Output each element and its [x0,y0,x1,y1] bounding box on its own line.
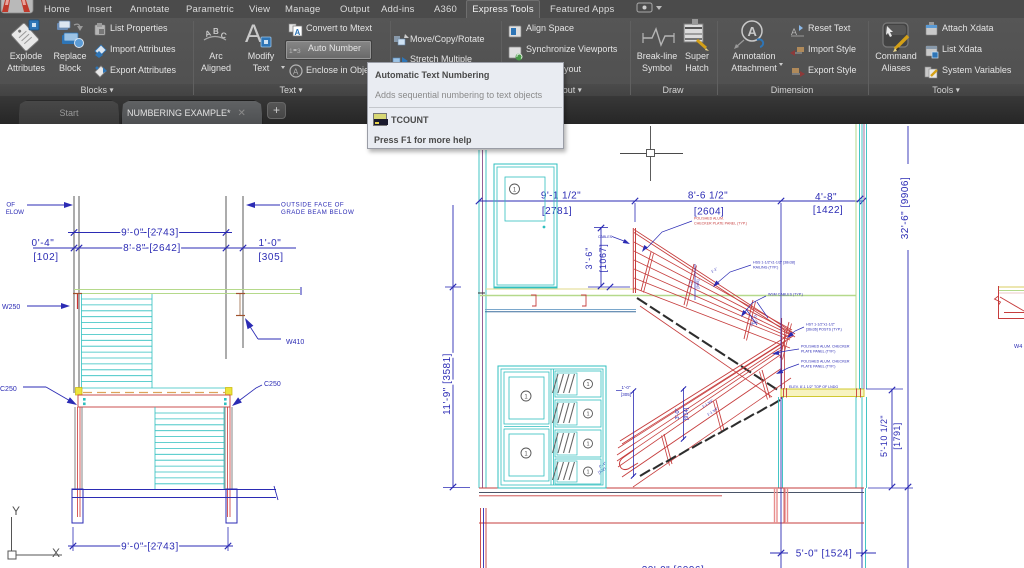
svg-text:5'-10 1/2": 5'-10 1/2" [879,415,889,457]
svg-text:1'-0": 1'-0" [622,385,631,390]
svg-text:3'-6": 3'-6" [584,247,594,270]
svg-text:1: 1 [586,382,589,388]
svg-text:OUTSIDE FACE OF: OUTSIDE FACE OF [281,202,344,209]
svg-text:HSS 1-1/2"x1-1/2" [38x38]: HSS 1-1/2"x1-1/2" [38x38] [753,261,795,265]
svg-text:W410: W410 [286,339,304,346]
svg-text:[914]: [914] [684,407,690,420]
svg-text:[305]: [305] [621,392,631,397]
svg-text:9'-1 1/2": 9'-1 1/2" [541,191,581,202]
svg-text:[1791]: [1791] [892,422,902,449]
svg-text:ELOW: ELOW [6,209,24,216]
svg-text:PLATE PANEL (TYP.): PLATE PANEL (TYP.) [801,350,835,354]
svg-text:1: 1 [524,451,528,457]
svg-text:9'-0" [2743]: 9'-0" [2743] [121,228,179,239]
svg-text:1'-0": 1'-0" [259,238,282,249]
svg-text:32'-6" [9906]: 32'-6" [9906] [900,177,911,240]
svg-text:C250: C250 [0,386,17,393]
svg-text:1: 1 [586,442,589,448]
svg-text:PLATE PANEL (TYP.): PLATE PANEL (TYP.) [801,365,835,369]
svg-text:POLISHED ALUM. CHECKER: POLISHED ALUM. CHECKER [801,345,850,349]
svg-text:X: X [52,546,60,560]
svg-text:1: 1 [513,188,517,194]
svg-text:W4: W4 [1014,344,1022,350]
svg-text:0'-4": 0'-4" [32,238,55,249]
svg-text:[36x36] POSTS (TYP.): [36x36] POSTS (TYP.) [806,328,842,332]
svg-text:[1067]: [1067] [598,244,608,273]
svg-text:W250: W250 [2,304,20,311]
svg-text:1: 1 [586,412,589,418]
svg-text:1: 1 [586,470,589,476]
svg-text:1'-1": 1'-1" [710,266,719,273]
svg-text:GRADE BEAM BELOW: GRADE BEAM BELOW [281,209,354,216]
svg-text:[1422]: [1422] [813,205,843,216]
svg-text:[305]: [305] [258,252,283,263]
svg-text:ELEV. 8'-1 1/2" TOP OF LNDG: ELEV. 8'-1 1/2" TOP OF LNDG [789,385,838,389]
svg-text:Y: Y [12,504,20,518]
svg-text:5'-0" [1524]: 5'-0" [1524] [796,549,853,560]
svg-text:C250: C250 [264,381,281,388]
svg-text:RAILING (TYP.): RAILING (TYP.) [753,266,778,270]
svg-text:[102]: [102] [597,467,606,475]
svg-text:OF: OF [6,202,15,209]
svg-text:9'-0" [2743]: 9'-0" [2743] [121,542,179,553]
svg-text:8'-6 1/2": 8'-6 1/2" [688,191,728,202]
svg-text:11'-9" [3581]: 11'-9" [3581] [442,353,453,415]
svg-text:POLISHED ALUM. CHECKER: POLISHED ALUM. CHECKER [801,360,850,364]
svg-text:CABLES: CABLES [598,235,613,239]
svg-text:CHECKER PLATE PANEL (TYP.): CHECKER PLATE PANEL (TYP.) [694,222,747,226]
svg-text:[965]: [965] [695,280,700,289]
svg-text:POLISHED ALUM.: POLISHED ALUM. [694,217,724,221]
svg-text:HST 1-1/2"x1-1/2": HST 1-1/2"x1-1/2" [806,323,836,327]
svg-text:3'-2": 3'-2" [688,279,693,288]
svg-text:8'-8" [2642]: 8'-8" [2642] [123,243,181,254]
svg-text:[102]: [102] [33,252,58,263]
svg-text:WSM CABLES (TYP.): WSM CABLES (TYP.) [768,293,803,297]
svg-text:1: 1 [524,394,528,400]
svg-text:3'-0": 3'-0" [675,408,681,419]
svg-text:4'-8": 4'-8" [815,192,837,203]
